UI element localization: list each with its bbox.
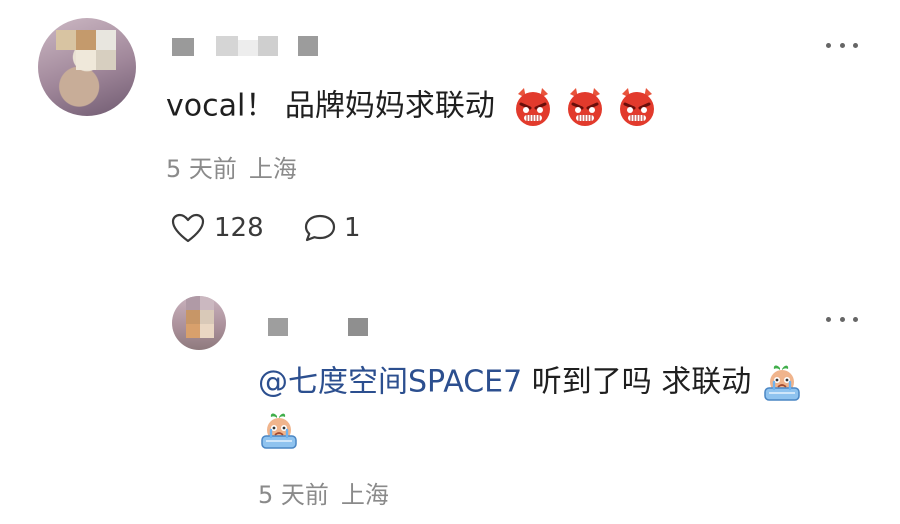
angry-devil-emoji [619,88,654,126]
reply-meta: 5 天前 上海 [258,480,389,510]
angry-devil-emoji-group [512,88,657,126]
commenter-avatar[interactable] [38,18,136,116]
heart-icon [171,213,205,243]
like-count: 128 [214,213,264,243]
comment-body: vocal！ 品牌妈妈求联动 [166,86,658,128]
more-dots-icon[interactable] [826,314,858,324]
comment-bubble-icon [304,214,336,242]
mention-link[interactable]: @七度空间SPACE7 [258,365,522,400]
comment-meta: 5 天前 上海 [166,154,297,184]
more-dots-icon[interactable] [826,40,858,50]
reply-time: 5 天前 [258,481,329,509]
like-button[interactable]: 128 [170,212,264,244]
reply-location: 上海 [340,481,389,509]
crying-tub-emoji [261,413,297,449]
reply-emoji-line [258,410,300,452]
reply-count: 1 [344,213,361,243]
crying-tub-emoji [764,365,800,401]
reply-text: 听到了吗 求联动 [522,364,752,400]
reply-button[interactable]: 1 [302,212,361,244]
comment-time: 5 天前 [166,155,237,183]
comment-location: 上海 [248,155,297,183]
reply-body: @七度空间SPACE7 听到了吗 求联动 [258,362,803,404]
replier-avatar[interactable] [172,296,226,350]
comment-thread: vocal！ 品牌妈妈求联动 5 天前 上海 128 1 @七度空间SPACE7… [0,0,900,524]
comment-text: vocal！ 品牌妈妈求联动 [166,88,495,124]
angry-devil-emoji [567,88,602,126]
angry-devil-emoji [516,88,551,126]
